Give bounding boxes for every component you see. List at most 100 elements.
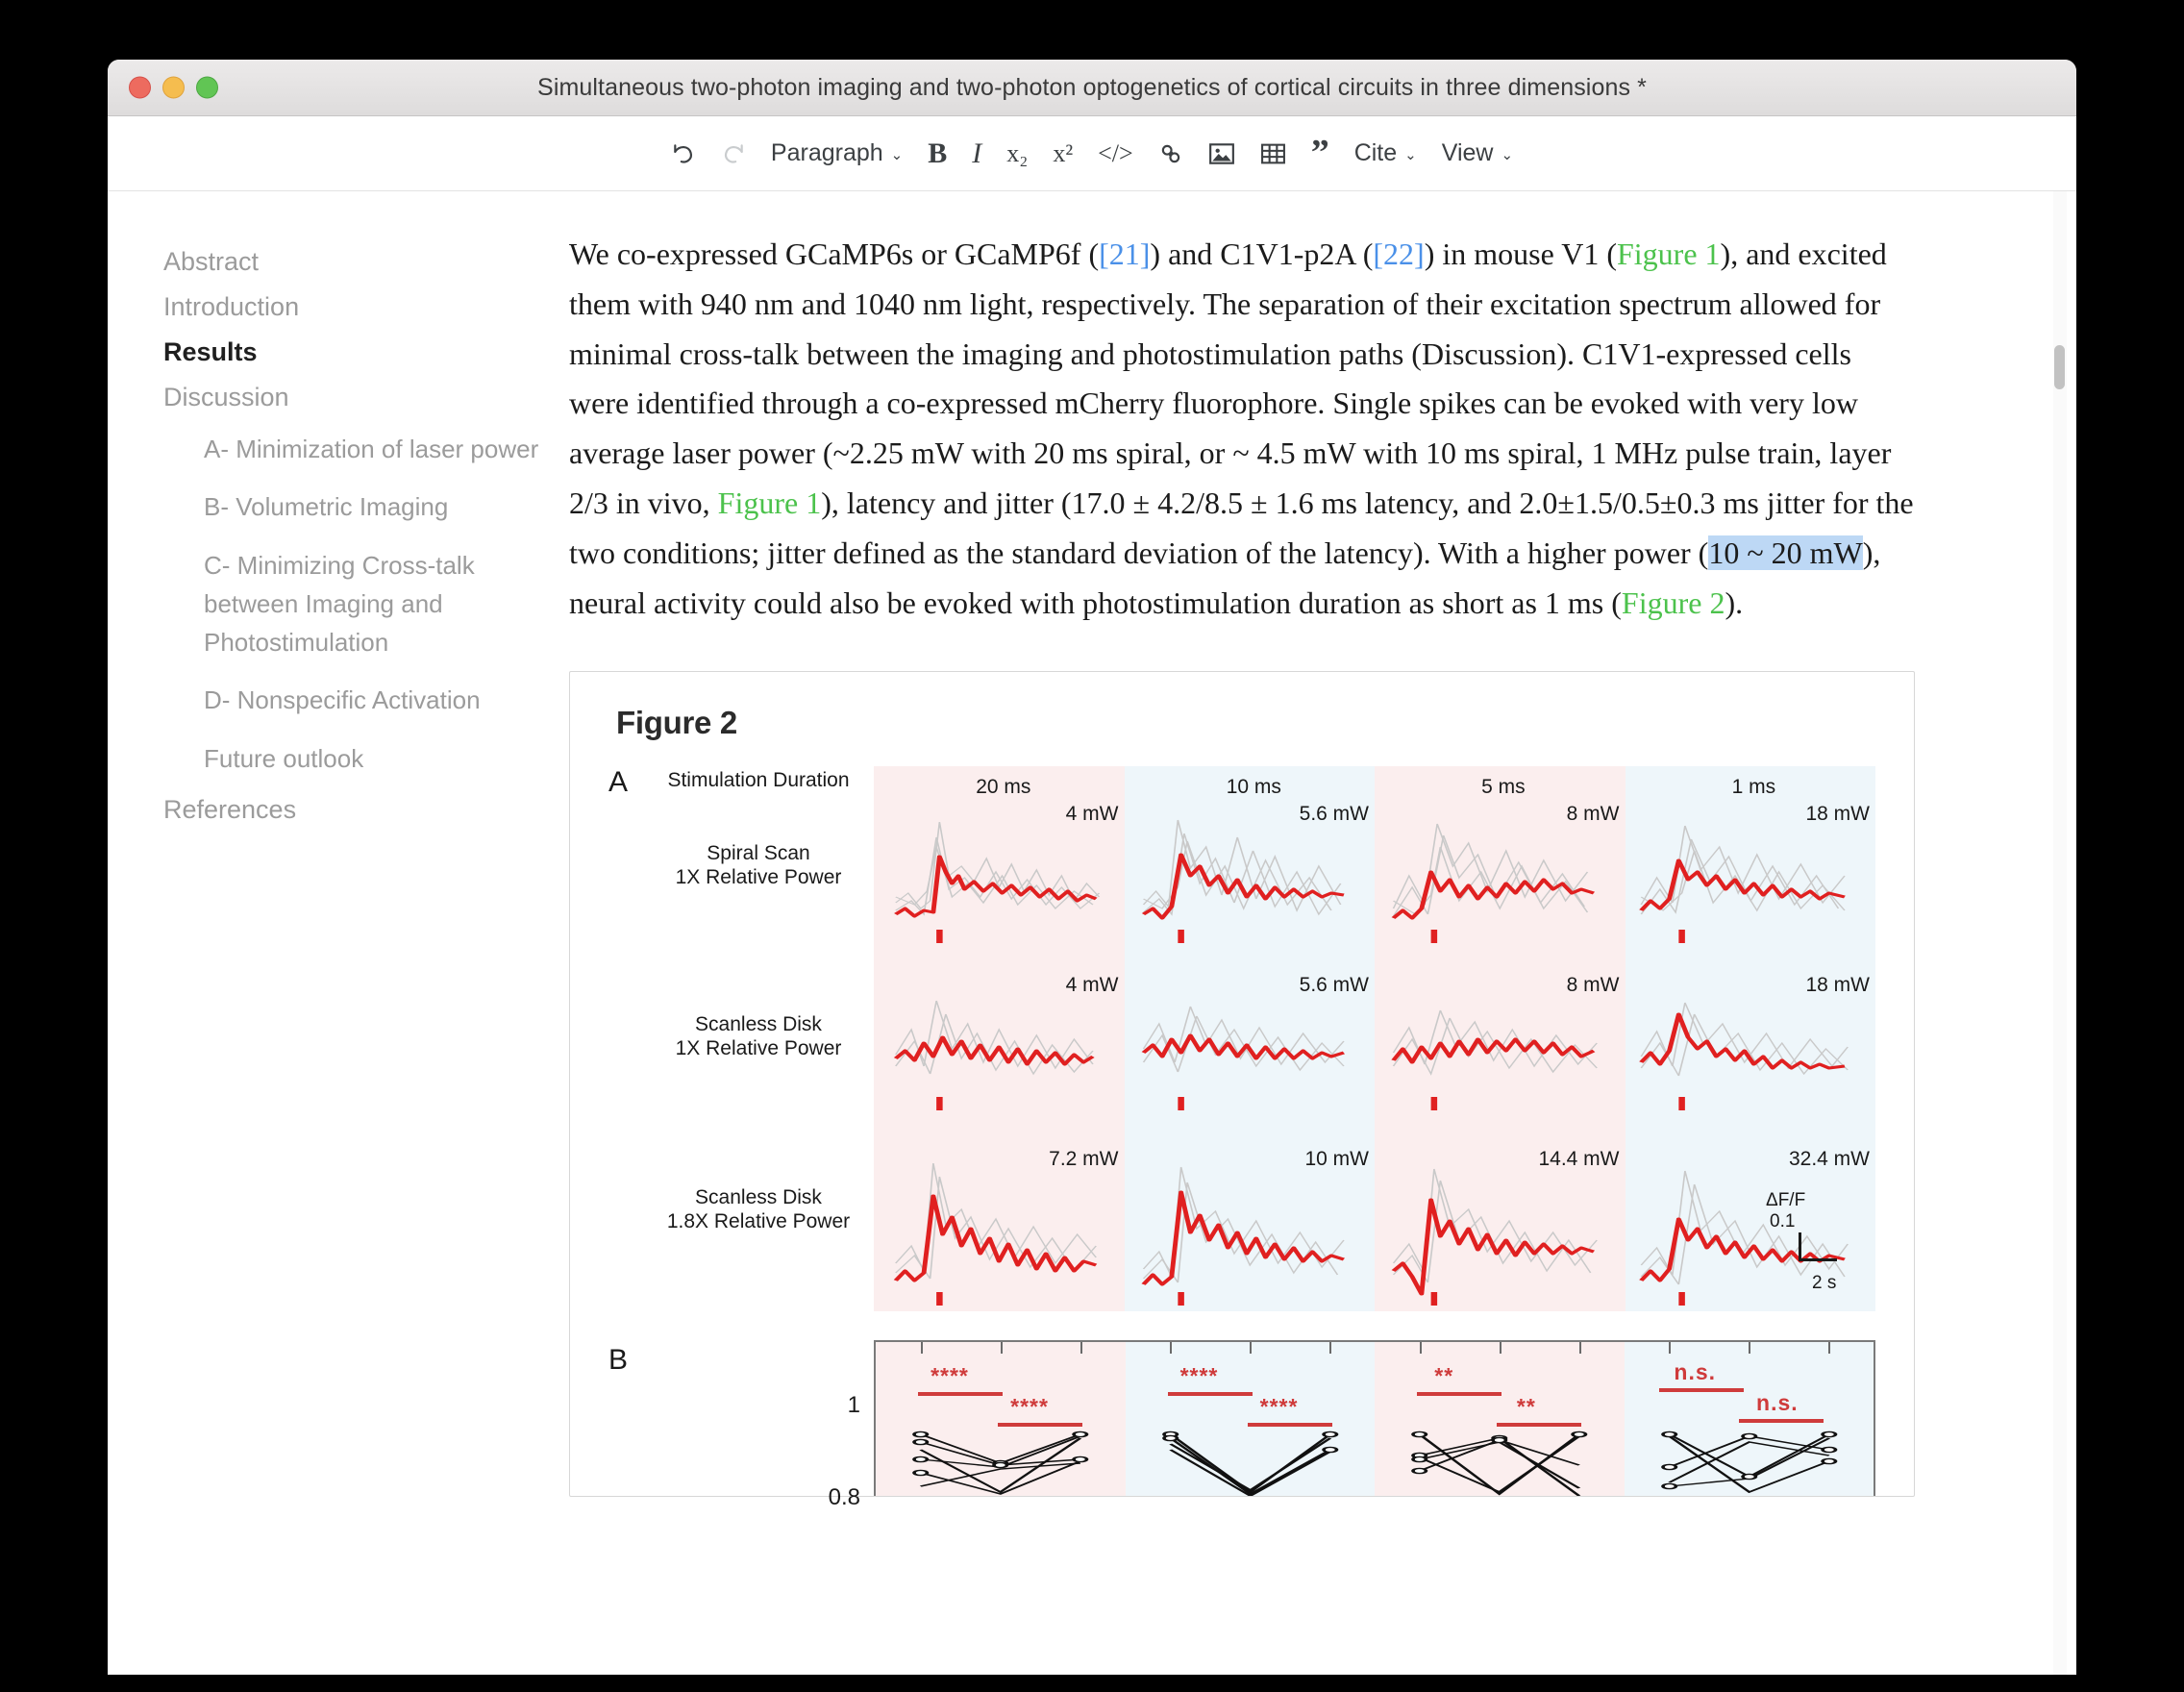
- text-selection-highlight[interactable]: 10 ~ 20 mW: [1708, 535, 1863, 570]
- panel-b-col-5ms: ** **: [1375, 1341, 1625, 1496]
- image-icon: [1208, 142, 1234, 164]
- link-icon: [1161, 144, 1179, 162]
- panel-b-yaxis: 1 0.8: [651, 1340, 874, 1510]
- para-text-2: ) and C1V1-p2A (: [1150, 236, 1374, 271]
- subscript-button[interactable]: x₂: [994, 132, 1040, 176]
- bold-button[interactable]: B: [915, 132, 959, 176]
- para-text-3: ) in mouse V1 (: [1424, 236, 1617, 271]
- sidebar-item-references[interactable]: References: [108, 787, 569, 833]
- sidebar-item-abstract[interactable]: Abstract: [108, 239, 569, 285]
- redo-icon: [724, 143, 743, 163]
- table-icon: [1260, 143, 1285, 163]
- duration-label-3: 1 ms: [1731, 775, 1776, 798]
- sidebar-item-d-nonspecific[interactable]: D- Nonspecific Activation: [108, 671, 569, 729]
- row2-line2: 1.8X Relative Power: [666, 1210, 851, 1233]
- duration-label-1: 10 ms: [1226, 775, 1281, 798]
- ytick-08: 0.8: [828, 1483, 860, 1510]
- superscript-label: x²: [1053, 138, 1074, 167]
- blockquote-button[interactable]: ”: [1299, 132, 1342, 176]
- content-area: Abstract Introduction Results Discussion…: [108, 191, 2076, 1675]
- bold-label: B: [928, 137, 948, 169]
- panel-b-col-20ms: **** ****: [876, 1341, 1126, 1496]
- panel-a-col-10ms: 10 ms 5.6 mW 5.6 mW 10 mW: [1124, 765, 1376, 1311]
- row-label-scanless-1x: Scanless Disk 1X Relative Power: [647, 1012, 870, 1061]
- panel-a-grid: 20 ms 4 mW 4 mW 7.2 mW 10 ms 5.6 mW 5.6 …: [874, 765, 1876, 1311]
- view-dropdown[interactable]: View ⌄: [1429, 132, 1526, 176]
- sidebar-item-c-crosstalk[interactable]: C- Minimizing Cross-talk between Imaging…: [108, 536, 569, 672]
- undo-icon: [674, 143, 692, 163]
- panel-a-row-labels: Stimulation Duration Spiral Scan 1X Rela…: [651, 766, 874, 1311]
- cite-dropdown[interactable]: Cite ⌄: [1342, 132, 1429, 176]
- sidebar-item-a-minimization[interactable]: A- Minimization of laser power: [108, 420, 569, 478]
- redo-button[interactable]: [708, 132, 758, 176]
- superscript-button[interactable]: x²: [1040, 132, 1085, 176]
- row1-line2: 1X Relative Power: [675, 1037, 842, 1060]
- trace-r1c2: 8 mW: [1375, 974, 1626, 1121]
- image-button[interactable]: [1196, 132, 1248, 176]
- citation-link-22[interactable]: [22]: [1373, 236, 1424, 271]
- quote-icon: ”: [1310, 133, 1329, 174]
- scrollbar-thumb[interactable]: [2054, 345, 2065, 389]
- row0-line2: 1X Relative Power: [675, 866, 842, 889]
- figure-link-1b[interactable]: Figure 1: [718, 485, 822, 520]
- table-button[interactable]: [1248, 132, 1299, 176]
- trace-r2c2: 14.4 mW: [1375, 1148, 1626, 1311]
- para-text-1: We co-expressed GCaMP6s or GCaMP6f (: [569, 236, 1100, 271]
- view-label: View: [1441, 139, 1494, 166]
- panel-a: A Stimulation Duration Spiral Scan 1X Re…: [608, 765, 1876, 1311]
- chevron-down-icon: ⌄: [1404, 147, 1417, 163]
- panel-b-plot: **** **** **** **** ** ** n.s. n.s.: [874, 1339, 1875, 1496]
- citation-link-21[interactable]: [21]: [1099, 236, 1150, 271]
- sidebar-item-discussion[interactable]: Discussion: [108, 375, 569, 420]
- panel-a-letter: A: [608, 765, 629, 798]
- figure-title: Figure 2: [616, 704, 737, 740]
- scrollbar-track[interactable]: [2053, 191, 2067, 1675]
- trace-r0c1: 5.6 mW: [1125, 803, 1376, 948]
- trace-r2c0: 7.2 mW: [874, 1148, 1125, 1311]
- stimulation-duration-label: Stimulation Duration: [647, 768, 870, 793]
- close-button[interactable]: [129, 76, 151, 99]
- scalebar-amplitude-value: 0.1: [1770, 1210, 1796, 1232]
- trace-r1c3: 18 mW: [1626, 974, 1876, 1121]
- sidebar-item-results[interactable]: Results: [108, 330, 569, 375]
- paragraph-style-dropdown[interactable]: Paragraph ⌄: [758, 132, 915, 176]
- figure-link-2[interactable]: Figure 2: [1622, 585, 1725, 620]
- panel-b-col-10ms: **** ****: [1125, 1341, 1375, 1496]
- sidebar-item-introduction[interactable]: Introduction: [108, 285, 569, 330]
- outline-sidebar: Abstract Introduction Results Discussion…: [108, 191, 569, 1675]
- code-button[interactable]: </>: [1085, 132, 1146, 176]
- link-button[interactable]: [1146, 132, 1196, 176]
- subscript-label: x₂: [1006, 138, 1029, 167]
- trace-r0c0: 4 mW: [874, 803, 1125, 948]
- duration-label-2: 5 ms: [1481, 775, 1526, 798]
- app-window: Simultaneous two-photon imaging and two-…: [108, 60, 2076, 1675]
- code-icon: </>: [1098, 138, 1133, 167]
- zoom-button[interactable]: [196, 76, 218, 99]
- trace-r1c1: 5.6 mW: [1125, 974, 1376, 1121]
- stim-dur-text: Stimulation Duration: [667, 768, 850, 791]
- figure-block[interactable]: Figure 2 A Stimulation Duration Spiral S…: [569, 670, 1915, 1510]
- minimize-button[interactable]: [162, 76, 185, 99]
- row-label-spiral-scan: Spiral Scan 1X Relative Power: [647, 841, 870, 890]
- row0-line1: Spiral Scan: [707, 841, 810, 864]
- panel-b-col-1ms: n.s. n.s.: [1624, 1341, 1874, 1496]
- sidebar-item-future-outlook[interactable]: Future outlook: [108, 730, 569, 787]
- para-text-4: ), and excited them with 940 nm and 1040…: [569, 236, 1892, 521]
- scalebar-glyph: [1799, 1232, 1881, 1273]
- row2-line1: Scanless Disk: [695, 1185, 822, 1208]
- sidebar-item-b-volumetric[interactable]: B- Volumetric Imaging: [108, 478, 569, 535]
- undo-button[interactable]: [658, 132, 708, 176]
- trace-r0c2: 8 mW: [1375, 803, 1626, 948]
- scalebar-amplitude-label: ΔF/F: [1766, 1189, 1806, 1210]
- trace-r1c0: 4 mW: [874, 974, 1125, 1121]
- paragraph-style-label: Paragraph: [770, 139, 883, 166]
- trace-r0c3: 18 mW: [1626, 803, 1876, 948]
- figure-link-1a[interactable]: Figure 1: [1617, 236, 1721, 271]
- duration-label-0: 20 ms: [976, 775, 1031, 798]
- chevron-down-icon: ⌄: [890, 147, 904, 163]
- italic-label: I: [972, 137, 982, 169]
- window-controls: [129, 76, 218, 99]
- document-body[interactable]: We co-expressed GCaMP6s or GCaMP6f ([21]…: [569, 191, 2076, 1675]
- window-titlebar: Simultaneous two-photon imaging and two-…: [108, 60, 2076, 116]
- italic-button[interactable]: I: [959, 132, 994, 176]
